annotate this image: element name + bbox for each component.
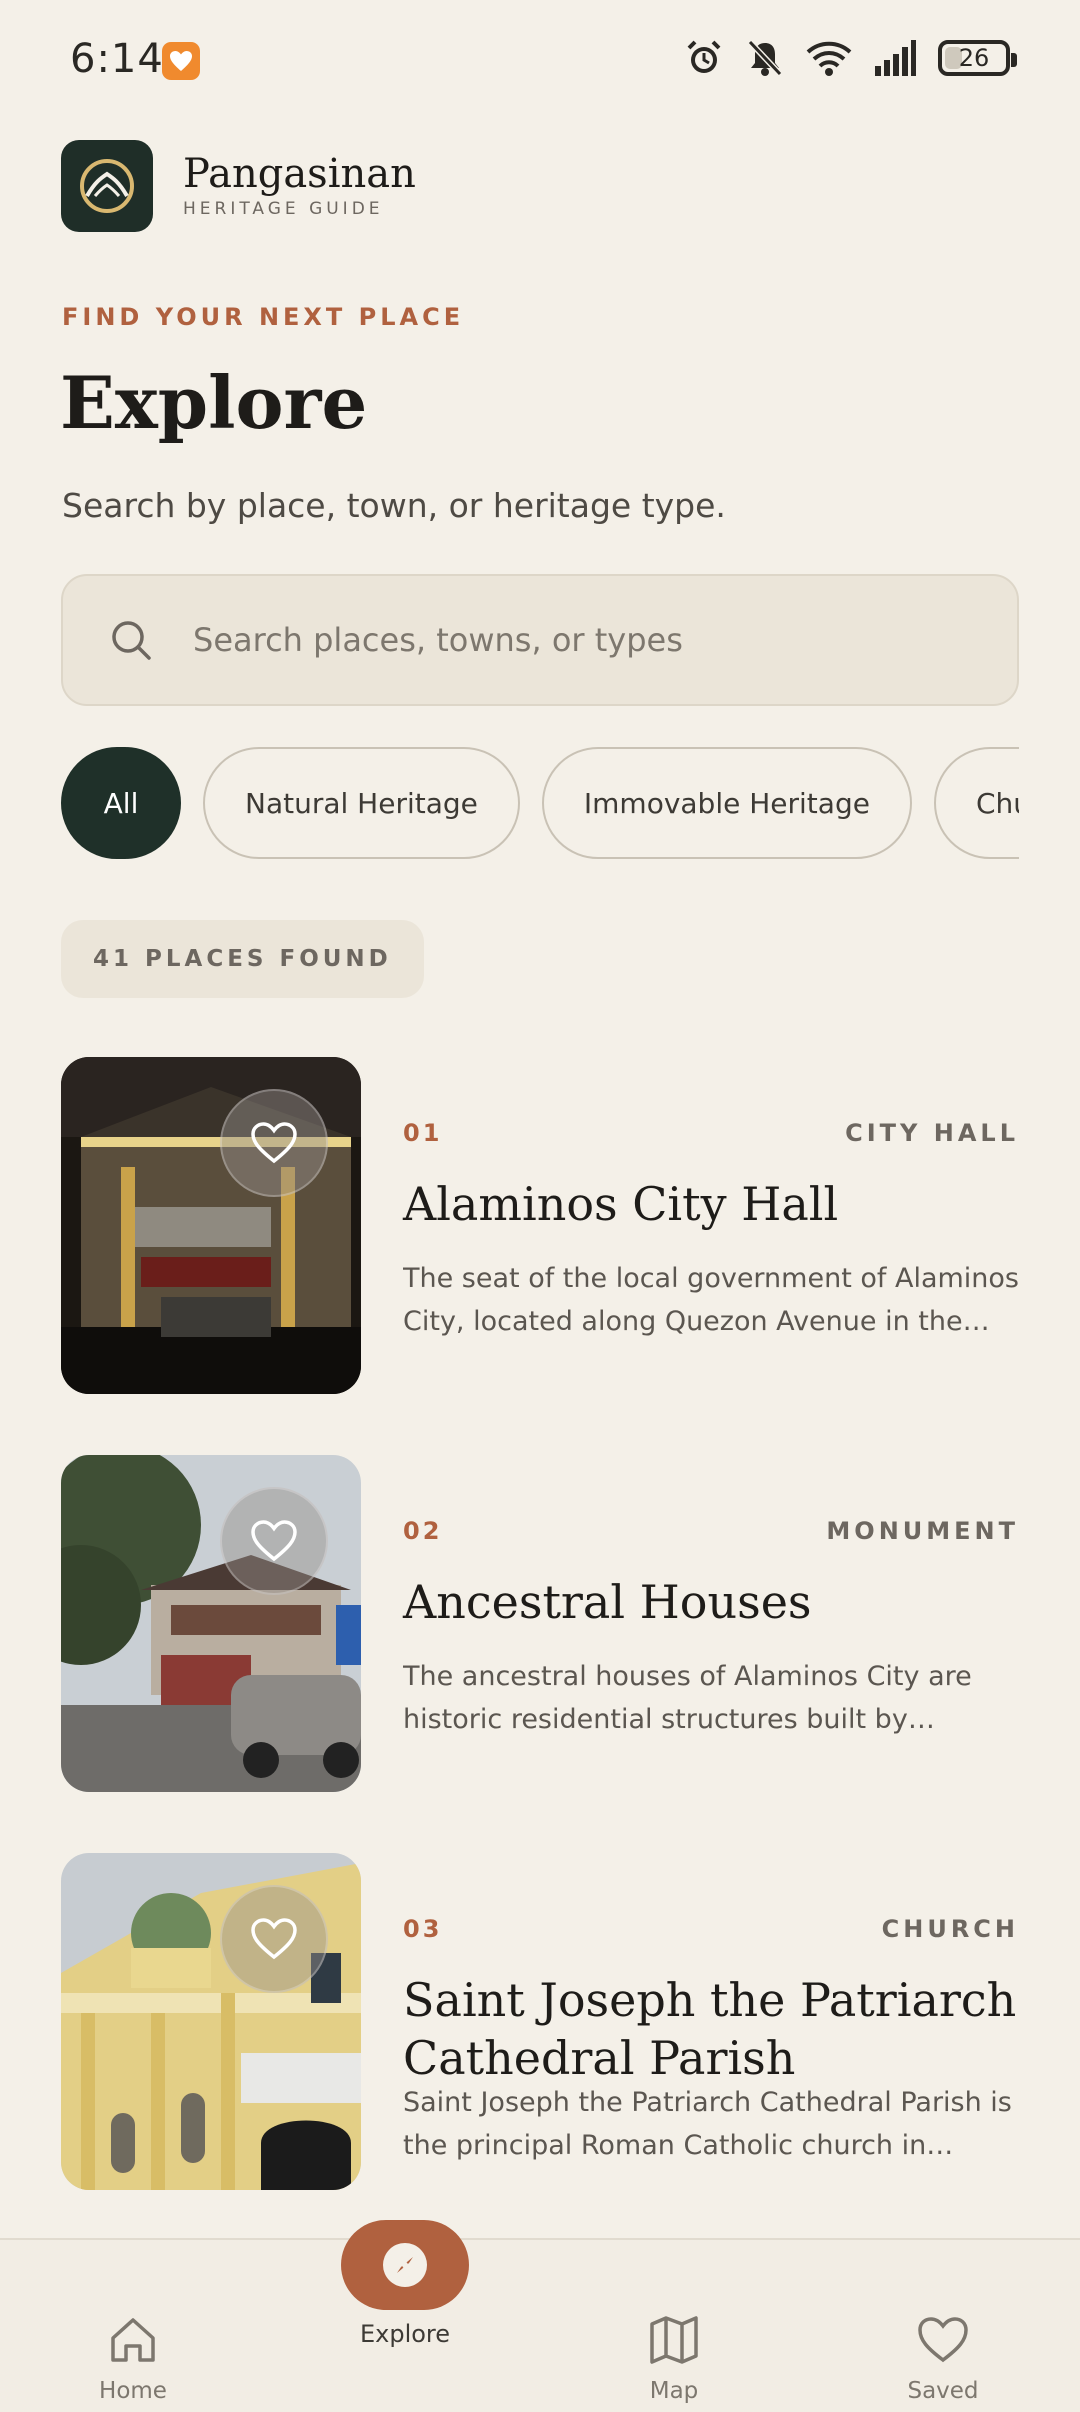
filter-chip-all[interactable]: All	[61, 747, 181, 859]
bottom-navigation: Home Explore Map Saved	[0, 2220, 1080, 2412]
nav-saved[interactable]: Saved	[843, 2240, 1043, 2412]
favorite-button[interactable]	[220, 1885, 328, 1993]
place-card[interactable]: 03 CHURCH Saint Joseph the Patriarch Cat…	[61, 1853, 1019, 2190]
home-icon	[111, 2318, 155, 2362]
nav-home-label: Home	[99, 2378, 167, 2404]
filter-chip-church[interactable]: Churc	[933, 747, 1019, 859]
place-thumbnail	[61, 1057, 361, 1394]
filter-chip-immovable-heritage[interactable]: Immovable Heritage	[541, 747, 912, 859]
page-subtitle: Search by place, town, or heritage type.	[62, 486, 726, 525]
place-number: 02	[403, 1517, 443, 1545]
map-icon	[650, 2316, 698, 2364]
favorite-button[interactable]	[220, 1487, 328, 1595]
favorite-button[interactable]	[220, 1089, 328, 1197]
nav-home[interactable]: Home	[33, 2240, 233, 2412]
heart-icon	[918, 2317, 968, 2363]
nav-saved-label: Saved	[907, 2378, 979, 2404]
compass-icon	[383, 2243, 427, 2287]
eyebrow-label: FIND YOUR NEXT PLACE	[62, 303, 465, 331]
nav-explore[interactable]	[341, 2220, 469, 2310]
nav-map[interactable]: Map	[574, 2240, 774, 2412]
status-icons: 26	[684, 38, 1017, 78]
brand-subtitle: HERITAGE GUIDE	[183, 199, 384, 219]
place-thumbnail	[61, 1853, 361, 2190]
wifi-icon	[806, 41, 852, 76]
nav-explore-label: Explore	[359, 2320, 451, 2348]
place-card[interactable]: 02 MONUMENT Ancestral Houses The ancestr…	[61, 1455, 1019, 1792]
alarm-icon	[687, 40, 721, 73]
mute-bell-icon	[747, 39, 783, 77]
battery-level: 26	[958, 44, 990, 72]
filter-chips: All Natural Heritage Immovable Heritage …	[61, 747, 1019, 859]
brand-logo	[61, 140, 153, 232]
place-type: MONUMENT	[826, 1517, 1019, 1545]
place-card[interactable]: 01 CITY HALL Alaminos City Hall The seat…	[61, 1057, 1019, 1394]
status-bar: 6:14 26	[0, 0, 1080, 120]
results-count-badge: 41 PLACES FOUND	[61, 920, 424, 998]
page-title: Explore	[60, 360, 368, 445]
place-number: 03	[403, 1915, 443, 1943]
place-number: 01	[403, 1119, 443, 1147]
brand-name: Pangasinan	[183, 151, 416, 197]
search-icon	[112, 621, 151, 660]
place-title: Saint Joseph the Patriarch Cathedral Par…	[403, 1973, 1017, 2085]
place-thumbnail	[61, 1455, 361, 1792]
place-description: The ancestral houses of Alaminos City ar…	[403, 1661, 972, 1735]
place-type: CHURCH	[881, 1915, 1019, 1943]
battery-indicator: 26	[938, 40, 1017, 76]
signal-icon	[875, 40, 916, 76]
brand-header: Pangasinan HERITAGE GUIDE	[61, 140, 416, 232]
heart-icon	[251, 1122, 297, 1164]
search-bar[interactable]	[61, 574, 1019, 706]
place-description: Saint Joseph the Patriarch Cathedral Par…	[403, 2087, 1012, 2161]
place-description: The seat of the local government of Alam…	[403, 1263, 1019, 1337]
heart-icon	[251, 1520, 297, 1562]
nav-map-label: Map	[649, 2378, 699, 2404]
place-type: CITY HALL	[845, 1119, 1019, 1147]
search-input[interactable]	[193, 621, 973, 659]
status-time: 6:14	[70, 36, 164, 82]
filter-chip-natural-heritage[interactable]: Natural Heritage	[203, 747, 520, 859]
notification-app-icon	[162, 42, 200, 80]
explore-screen: 6:14 26 Pangasinan HERITAGE GUIDE FIND Y…	[0, 0, 1080, 2412]
place-title: Ancestral Houses	[403, 1575, 812, 1629]
place-title: Alaminos City Hall	[403, 1177, 839, 1231]
heart-icon	[251, 1918, 297, 1960]
